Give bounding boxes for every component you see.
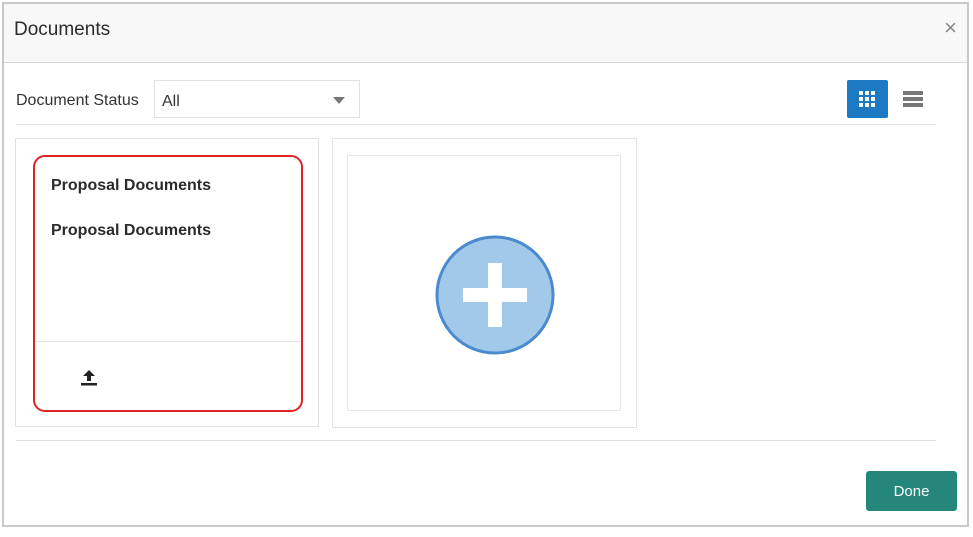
document-status-label: Document Status xyxy=(16,92,139,109)
document-status-value: All xyxy=(162,93,180,110)
grid-view-icon xyxy=(859,91,875,107)
add-plus-icon[interactable] xyxy=(435,235,555,355)
document-status-select[interactable]: All xyxy=(154,80,360,118)
document-description: Proposal Documents xyxy=(51,222,212,239)
card-divider xyxy=(35,341,301,342)
document-name: Proposal Documents xyxy=(51,177,212,194)
documents-dialog: Documents × Document Status All Proposal xyxy=(2,2,969,527)
add-document-card[interactable] xyxy=(332,138,637,428)
divider xyxy=(16,124,936,125)
divider xyxy=(16,440,936,441)
grid-view-button[interactable] xyxy=(847,80,888,118)
add-document-area xyxy=(347,155,621,411)
document-card-highlight: Proposal Documents Proposal Documents xyxy=(33,155,303,412)
dialog-header: Documents × xyxy=(4,4,967,63)
dialog-title: Documents xyxy=(14,19,111,40)
list-view-button[interactable] xyxy=(894,80,932,118)
caret-down-icon xyxy=(333,97,345,104)
upload-icon[interactable] xyxy=(78,367,100,389)
document-card[interactable]: Proposal Documents Proposal Documents xyxy=(15,138,319,427)
done-button[interactable]: Done xyxy=(866,471,957,511)
close-icon[interactable]: × xyxy=(944,17,957,39)
list-view-icon xyxy=(903,91,923,107)
